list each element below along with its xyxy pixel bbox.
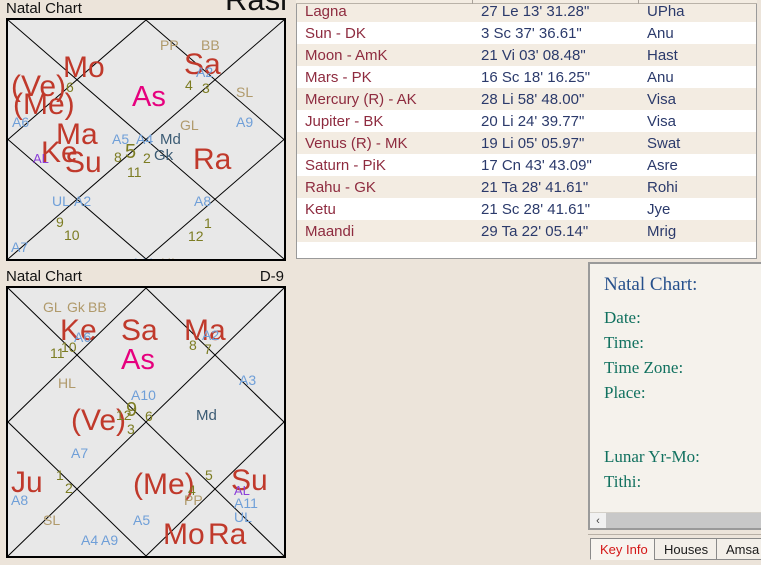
cell-position: 16 Sc 18' 16.25" bbox=[481, 68, 591, 86]
info-label-timezone: Time Zone: bbox=[604, 358, 684, 377]
info-row-time: Time: 2:00:00 bbox=[604, 333, 761, 358]
planet-table: Lagna 27 Le 13' 31.28" UPha Sun - DK 3 Sc 37… bbox=[297, 0, 756, 258]
table-row-clipped[interactable] bbox=[297, 242, 756, 258]
cell-position: 21 Sc 28' 41.61" bbox=[481, 200, 591, 218]
table-row[interactable]: Jupiter - BK 20 Li 24' 39.77" Visa bbox=[297, 110, 756, 132]
rasi-chart-panel[interactable]: Natal Chart Rasi PPBBSaA243SLA9Mo6As(Ve)… bbox=[0, 0, 292, 268]
info-label-date: Date: bbox=[604, 308, 641, 327]
cell-position: 28 Li 58' 48.00" bbox=[481, 90, 585, 108]
cell-position: 19 Li 05' 05.97" bbox=[481, 134, 585, 152]
cell-nakshatra: Visa bbox=[647, 112, 676, 130]
navamsa-chart-title: Natal Chart bbox=[6, 268, 82, 285]
natal-chart-info-content: Natal Chart: Date: November 20, 1946 Tim… bbox=[590, 264, 761, 512]
rasi-chart-header: Natal Chart Rasi bbox=[0, 0, 292, 18]
cell-clipped bbox=[639, 242, 756, 258]
cell-nakshatra: Jye bbox=[647, 200, 671, 218]
info-label-place: Place: bbox=[604, 383, 646, 402]
info-row-place: Place: 30 E 15' 00", 59 N 53' 00" bbox=[604, 383, 761, 408]
cell-name: Mars - PK bbox=[305, 68, 372, 86]
cell-position: 17 Cn 43' 43.09" bbox=[481, 156, 592, 174]
info-label-time: Time: bbox=[604, 333, 645, 352]
info-row-date: Date: November 20, 1946 bbox=[604, 308, 761, 333]
navamsa-chart-grid-icon bbox=[8, 288, 284, 556]
cell-name: Rahu - GK bbox=[305, 178, 376, 196]
cell-name: Venus (R) - MK bbox=[305, 134, 408, 152]
table-row[interactable]: Rahu - GK 21 Ta 28' 41.61" Rohi bbox=[297, 176, 756, 198]
cell-name: Saturn - PiK bbox=[305, 156, 386, 174]
table-row[interactable]: Mars - PK 16 Sc 18' 16.25" Anu bbox=[297, 66, 756, 88]
natal-chart-info-panel[interactable]: Natal Chart: Date: November 20, 1946 Tim… bbox=[588, 262, 761, 530]
table-row[interactable]: Sun - DK 3 Sc 37' 36.61" Anu bbox=[297, 22, 756, 44]
info-row-timezone: Time Zone: 3:00:00 (East of GMT) bbox=[604, 358, 761, 383]
cell-position: 21 Vi 03' 08.48" bbox=[481, 46, 586, 64]
cell-nakshatra: Swat bbox=[647, 134, 681, 152]
cell-clipped bbox=[473, 242, 639, 258]
table-row[interactable]: Mercury (R) - AK 28 Li 58' 48.00" Visa bbox=[297, 88, 756, 110]
cell-name: Maandi bbox=[305, 222, 355, 240]
cell-nakshatra: Visa bbox=[647, 90, 676, 108]
cell-nakshatra: Rohi bbox=[647, 178, 678, 196]
tab-amsa-rulers[interactable]: Amsa rulers bbox=[716, 538, 761, 560]
cell-position: 29 Ta 22' 05.14" bbox=[481, 222, 589, 240]
cell-name: Sun - DK bbox=[305, 24, 366, 42]
info-panel-horizontal-scrollbar[interactable]: ‹ › bbox=[590, 512, 761, 528]
tab-houses[interactable]: Houses bbox=[654, 538, 719, 560]
scroll-left-arrow-icon[interactable]: ‹ bbox=[590, 513, 606, 528]
cell-clipped bbox=[297, 242, 473, 258]
info-row-tithi: Tithi: Krishna Dwadasi (Me) [Vijaya] bbox=[604, 472, 761, 497]
cell-nakshatra: Anu bbox=[647, 68, 674, 86]
cell-name: Moon - AmK bbox=[305, 46, 388, 64]
table-row[interactable]: Venus (R) - MK 19 Li 05' 05.97" Swat bbox=[297, 132, 756, 154]
navamsa-chart-kind-label: D-9 bbox=[259, 268, 284, 285]
details-column: Lagna 27 Le 13' 31.28" UPha Sun - DK 3 Sc 37… bbox=[292, 0, 761, 565]
cell-name: Jupiter - BK bbox=[305, 112, 384, 130]
table-row[interactable]: Ketu 21 Sc 28' 41.61" Jye bbox=[297, 198, 756, 220]
charts-column: Natal Chart Rasi PPBBSaA243SLA9Mo6As(Ve)… bbox=[0, 0, 292, 565]
cell-nakshatra: Anu bbox=[647, 24, 674, 42]
rasi-chart-kind-label: Rasi bbox=[225, 0, 287, 15]
table-header-row bbox=[296, 0, 757, 4]
rasi-chart-diagram[interactable]: PP BB Sa A2 4 3 SL A9 Mo 6 As (Ve) (Me) A6 GL A5 A4 Md Ma K… bbox=[6, 18, 286, 261]
scrollbar-thumb[interactable] bbox=[606, 513, 761, 528]
rasi-chart-grid-icon bbox=[8, 20, 284, 259]
tab-key-info[interactable]: Key Info bbox=[590, 538, 658, 560]
cell-nakshatra: Asre bbox=[647, 156, 678, 174]
info-row-lunar: Lunar Yr-Mo: Vyaya - Karthika bbox=[604, 447, 761, 472]
scrollbar-track[interactable] bbox=[606, 513, 761, 528]
navamsa-chart-diagram[interactable]: GL Gk BB Ke A6 10 11 Sa As Ma A2 8 7 A3 HL A10 (Ve) 9 12 6 3… bbox=[6, 286, 286, 558]
info-label-lunar: Lunar Yr-Mo: bbox=[604, 447, 700, 466]
cell-position: 20 Li 24' 39.77" bbox=[481, 112, 585, 130]
info-panel-title: Natal Chart: bbox=[604, 274, 698, 295]
cell-position: 3 Sc 37' 36.61" bbox=[481, 24, 582, 42]
cell-name: Ketu bbox=[305, 200, 336, 218]
table-row[interactable]: Saturn - PiK 17 Cn 43' 43.09" Asre bbox=[297, 154, 756, 176]
application-window: Natal Chart Rasi PPBBSaA243SLA9Mo6As(Ve)… bbox=[0, 0, 761, 565]
info-row-place-city: Leningrad, Russia bbox=[604, 408, 761, 433]
navamsa-chart-panel[interactable]: Natal Chart D-9 GL Gk BB Ke A6 10 11 Sa As Ma A2 8 7… bbox=[0, 268, 292, 565]
cell-nakshatra: Mrig bbox=[647, 222, 677, 240]
info-label-tithi: Tithi: bbox=[604, 472, 642, 491]
bottom-tab-bar: Key InfoHousesAmsa rulersKP bbox=[588, 534, 761, 565]
table-row[interactable]: Moon - AmK 21 Vi 03' 08.48" Hast bbox=[297, 44, 756, 66]
cell-nakshatra: Hast bbox=[647, 46, 678, 64]
navamsa-chart-header: Natal Chart D-9 bbox=[0, 268, 292, 286]
rasi-chart-title: Natal Chart bbox=[6, 0, 82, 17]
cell-name: Mercury (R) - AK bbox=[305, 90, 417, 108]
cell-position: 21 Ta 28' 41.61" bbox=[481, 178, 589, 196]
planet-positions-table[interactable]: Lagna 27 Le 13' 31.28" UPha Sun - DK 3 Sc 37… bbox=[296, 0, 757, 259]
table-row[interactable]: Maandi 29 Ta 22' 05.14" Mrig bbox=[297, 220, 756, 242]
